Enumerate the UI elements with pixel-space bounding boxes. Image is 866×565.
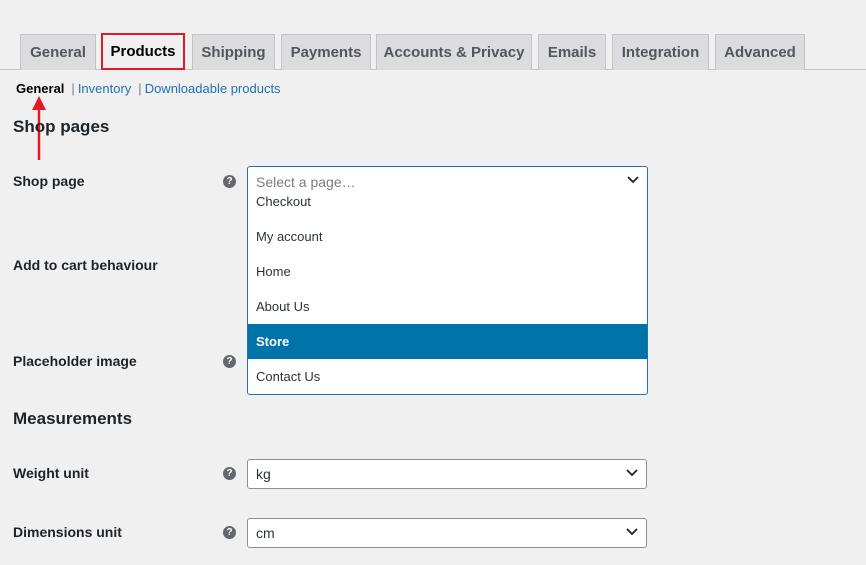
dropdown-option-checkout[interactable]: Checkout — [248, 184, 647, 219]
dimensions-unit-value: cm — [256, 525, 275, 541]
weight-unit-label: Weight unit — [13, 465, 89, 481]
tab-general[interactable]: General — [20, 34, 96, 70]
dimensions-unit-select[interactable]: cm — [247, 518, 647, 548]
tab-payments[interactable]: Payments — [281, 34, 371, 70]
shop-page-dropdown[interactable]: Select a page… Checkout My account Home … — [247, 166, 648, 395]
tab-products[interactable]: Products — [101, 33, 185, 70]
help-glyph: ? — [226, 176, 233, 187]
settings-tabs: General Products Shipping Payments Accou… — [0, 33, 866, 70]
placeholder-image-label: Placeholder image — [13, 353, 137, 369]
tab-shipping[interactable]: Shipping — [192, 34, 275, 70]
weight-unit-select[interactable]: kg — [247, 459, 647, 489]
question-circle-icon[interactable]: ? — [223, 355, 236, 368]
weight-unit-value: kg — [256, 466, 271, 482]
add-to-cart-label: Add to cart behaviour — [13, 257, 158, 273]
help-glyph: ? — [226, 527, 233, 538]
subnav-separator: | — [138, 81, 142, 96]
dropdown-option-about-us[interactable]: About Us — [248, 289, 647, 324]
tab-emails[interactable]: Emails — [538, 34, 606, 70]
tab-integration[interactable]: Integration — [612, 34, 709, 70]
dropdown-option-contact-us[interactable]: Contact Us — [248, 359, 647, 394]
help-glyph: ? — [226, 356, 233, 367]
dropdown-option-home[interactable]: Home — [248, 254, 647, 289]
subnav-inventory[interactable]: Inventory — [78, 81, 131, 96]
dropdown-option-store[interactable]: Store — [248, 324, 647, 359]
shop-page-label: Shop page — [13, 173, 85, 189]
section-subnav: General | Inventory | Downloadable produ… — [16, 81, 281, 96]
dropdown-option-my-account[interactable]: My account — [248, 219, 647, 254]
chevron-down-icon — [627, 176, 639, 184]
question-circle-icon[interactable]: ? — [223, 467, 236, 480]
subnav-downloadable-products[interactable]: Downloadable products — [145, 81, 281, 96]
tab-advanced[interactable]: Advanced — [715, 34, 805, 70]
question-circle-icon[interactable]: ? — [223, 526, 236, 539]
tab-accounts-privacy[interactable]: Accounts & Privacy — [376, 34, 532, 70]
subnav-separator: | — [71, 81, 75, 96]
dimensions-unit-label: Dimensions unit — [13, 524, 122, 540]
subnav-general[interactable]: General — [16, 81, 64, 96]
chevron-down-icon — [626, 528, 638, 536]
section-title-shop-pages: Shop pages — [13, 117, 110, 136]
help-glyph: ? — [226, 468, 233, 479]
question-circle-icon[interactable]: ? — [223, 175, 236, 188]
chevron-down-icon — [626, 469, 638, 477]
section-title-measurements: Measurements — [13, 409, 133, 428]
